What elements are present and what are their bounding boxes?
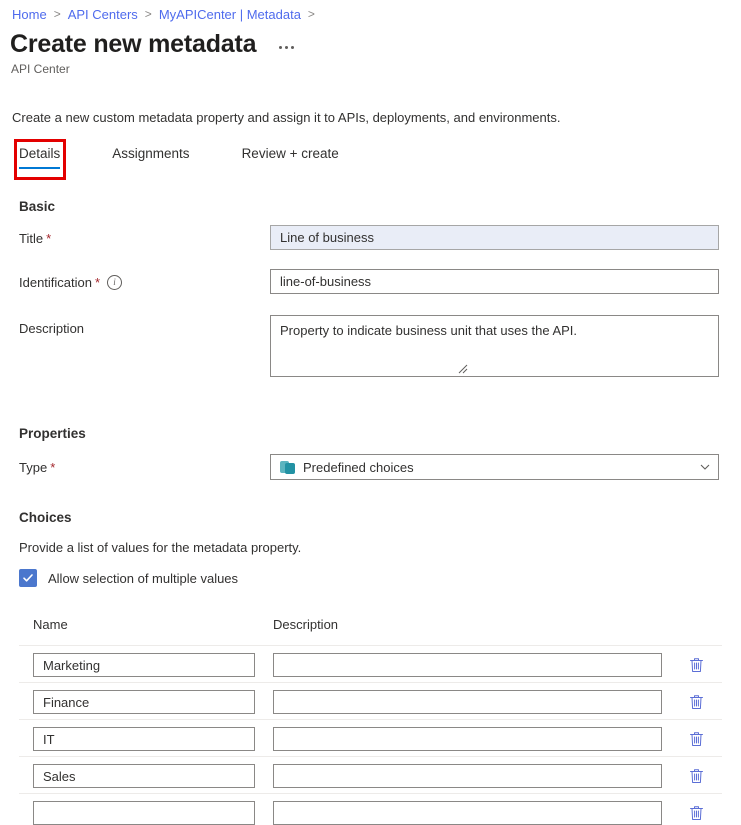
tab-bar: Details Assignments Review + create: [19, 146, 339, 170]
delete-choice-button[interactable]: [684, 727, 708, 751]
ellipsis-dot: [279, 45, 283, 49]
title-input[interactable]: [270, 225, 719, 250]
label-identification-text: Identification: [19, 275, 92, 290]
description-textarea[interactable]: Property to indicate business unit that …: [270, 315, 719, 377]
breadcrumb-item-myapicenter-metadata[interactable]: MyAPICenter | Metadata: [159, 7, 301, 22]
ellipsis-dot: [285, 45, 289, 49]
required-asterisk: *: [46, 231, 52, 246]
tab-review-create[interactable]: Review + create: [242, 146, 339, 170]
trash-icon: [689, 658, 703, 672]
identification-input[interactable]: [270, 269, 719, 294]
breadcrumb-item-home[interactable]: Home: [12, 7, 47, 22]
choice-name-input[interactable]: [33, 690, 255, 714]
label-title-text: Title: [19, 231, 44, 246]
predefined-choices-icon: [280, 460, 296, 475]
allow-multiple-values-checkbox-row[interactable]: Allow selection of multiple values: [19, 569, 238, 587]
allow-multiple-values-checkbox[interactable]: [19, 569, 37, 587]
trash-icon: [689, 732, 703, 746]
trash-icon: [689, 769, 703, 783]
choice-name-input[interactable]: [33, 801, 255, 825]
breadcrumb-separator: >: [53, 7, 61, 21]
delete-choice-button[interactable]: [684, 801, 708, 825]
ellipsis-dot: [291, 45, 295, 49]
row-divider: [19, 719, 722, 720]
trash-icon: [689, 695, 703, 709]
label-identification: Identification * i: [19, 275, 123, 290]
page-subtitle: API Center: [11, 62, 70, 76]
choice-description-input[interactable]: [273, 764, 662, 788]
required-asterisk: *: [50, 460, 56, 475]
page-header: Create new metadata: [10, 28, 297, 60]
breadcrumb-item-api-centers[interactable]: API Centers: [68, 7, 138, 22]
trash-icon: [689, 806, 703, 820]
allow-multiple-values-label: Allow selection of multiple values: [48, 570, 239, 586]
choice-name-input[interactable]: [33, 653, 255, 677]
row-divider: [19, 793, 722, 794]
choice-description-input[interactable]: [273, 727, 662, 751]
label-type-text: Type: [19, 460, 48, 475]
choice-description-input[interactable]: [273, 801, 662, 825]
choices-icon-front-shape: [285, 462, 295, 474]
delete-choice-button[interactable]: [684, 764, 708, 788]
tab-details[interactable]: Details: [19, 146, 61, 170]
label-title: Title *: [19, 231, 51, 246]
chevron-down-icon: [700, 464, 710, 470]
info-icon[interactable]: i: [107, 275, 123, 290]
column-header-description: Description: [273, 617, 339, 632]
column-header-name: Name: [33, 617, 68, 632]
choice-name-input[interactable]: [33, 764, 255, 788]
section-title-basic: Basic: [19, 199, 56, 214]
section-title-choices: Choices: [19, 510, 72, 525]
more-options-icon[interactable]: [276, 42, 297, 53]
section-title-properties: Properties: [19, 426, 86, 441]
breadcrumb-separator: >: [144, 7, 152, 21]
label-type: Type *: [19, 460, 55, 475]
choices-helper-text: Provide a list of values for the metadat…: [19, 540, 302, 555]
tab-assignments[interactable]: Assignments: [112, 146, 189, 170]
type-dropdown-value: Predefined choices: [303, 459, 414, 475]
choice-name-input[interactable]: [33, 727, 255, 751]
delete-choice-button[interactable]: [684, 653, 708, 677]
required-asterisk: *: [95, 275, 101, 290]
checkmark-icon: [23, 574, 33, 582]
intro-text: Create a new custom metadata property an…: [12, 110, 561, 125]
breadcrumb: Home > API Centers > MyAPICenter | Metad…: [12, 4, 322, 24]
page-title: Create new metadata: [10, 30, 257, 58]
type-dropdown[interactable]: Predefined choices: [270, 454, 719, 480]
delete-choice-button[interactable]: [684, 690, 708, 714]
breadcrumb-separator: >: [307, 7, 315, 21]
row-divider: [19, 682, 722, 683]
label-description-text: Description: [19, 321, 85, 336]
row-divider: [19, 645, 722, 646]
row-divider: [19, 756, 722, 757]
choice-description-input[interactable]: [273, 690, 662, 714]
label-description: Description: [19, 321, 84, 336]
choice-description-input[interactable]: [273, 653, 662, 677]
